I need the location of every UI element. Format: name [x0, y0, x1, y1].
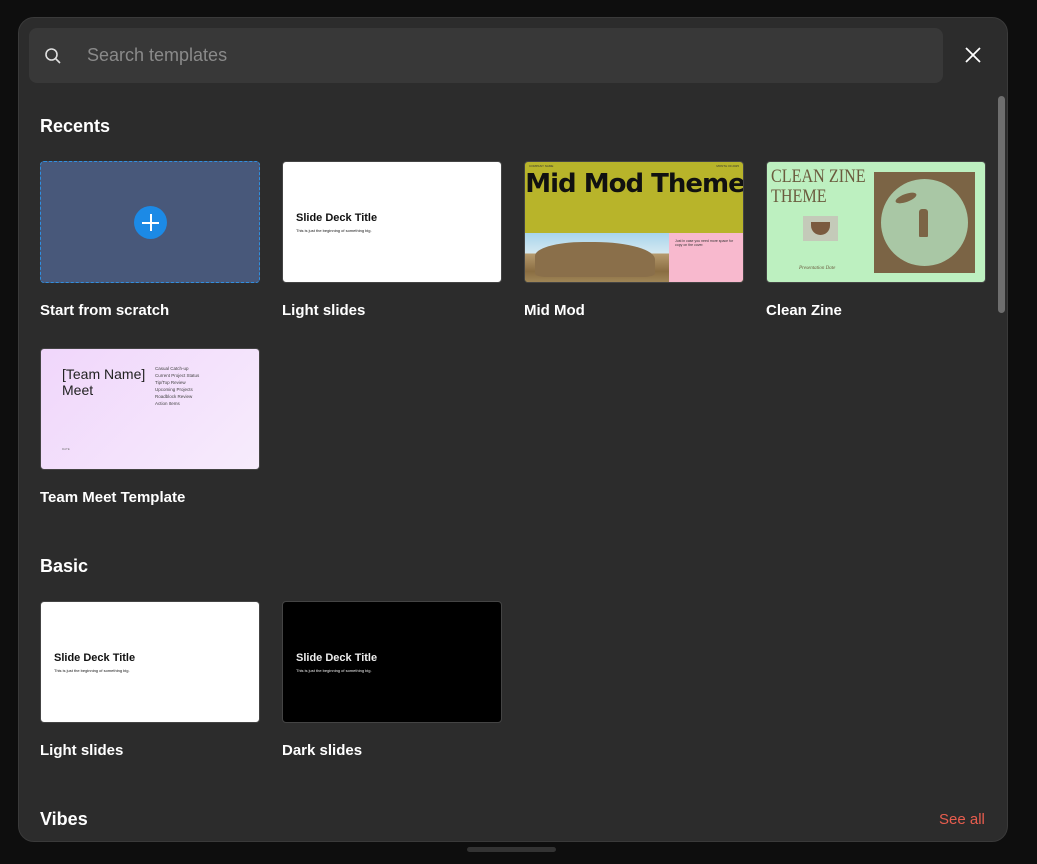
- thumb-title: CLEAN ZINE THEME: [771, 166, 866, 207]
- card-label: Clean Zine: [766, 302, 842, 319]
- search-icon: [45, 48, 61, 64]
- thumb-title: Slide Deck Title: [54, 652, 136, 664]
- search-bar[interactable]: [29, 28, 943, 83]
- agenda-item: Current Project Status: [155, 373, 200, 378]
- thumb-title: Slide Deck Title: [296, 212, 378, 224]
- section-title-basic: Basic: [40, 556, 89, 576]
- card-label: Team Meet Template: [40, 489, 186, 506]
- tsuba-slot: [919, 209, 928, 237]
- template-picker-modal: Recents Start from scratch Slide Deck Ti…: [18, 17, 1008, 842]
- clean-zine-thumbnail: CLEAN ZINE THEME Presentation Date: [766, 161, 986, 283]
- thumb-date: DATE: [62, 447, 70, 451]
- bowl-image: [803, 216, 838, 241]
- card-label: Dark slides: [282, 742, 363, 759]
- rock-shape: [535, 242, 655, 277]
- home-indicator: [467, 847, 556, 852]
- card-label: Light slides: [40, 742, 124, 759]
- thumb-agenda: Casual Catch-up Current Project Status T…: [155, 365, 199, 407]
- tsuba-image: [874, 172, 975, 273]
- agenda-item: Tip/Top Review: [155, 380, 186, 385]
- template-card-mid-mod[interactable]: COMPANY NAME MONTH 00 2025 Mid Mod Theme…: [524, 161, 744, 319]
- pink-panel: Just in case you need more space for cop…: [669, 233, 743, 282]
- template-card-start-from-scratch[interactable]: Start from scratch: [40, 161, 260, 319]
- plus-icon[interactable]: [134, 206, 167, 239]
- thumb-subtitle: This is just the beginning of something …: [296, 668, 372, 673]
- thumb-text: Just in case you need more space for cop…: [675, 239, 734, 247]
- agenda-item: Action Items: [155, 401, 180, 406]
- section-title-recents: Recents: [40, 116, 111, 136]
- thumb-title: Slide Deck Title: [296, 652, 378, 664]
- thumb-subtitle: This is just the beginning of something …: [54, 668, 130, 673]
- agenda-item: Casual Catch-up: [155, 366, 189, 371]
- dark-slides-thumbnail: Slide Deck Title This is just the beginn…: [282, 601, 502, 723]
- agenda-item: Upcoming Projects: [155, 387, 193, 392]
- team-meet-thumbnail: [Team Name] Meet Casual Catch-up Current…: [40, 348, 260, 470]
- card-label: Start from scratch: [40, 302, 170, 319]
- template-card-light-slides[interactable]: Slide Deck Title This is just the beginn…: [282, 161, 502, 319]
- light-slides-thumbnail: Slide Deck Title This is just the beginn…: [282, 161, 502, 283]
- thumb-title: [Team Name] Meet: [62, 366, 146, 398]
- thumb-subtitle: Presentation Date: [799, 266, 836, 271]
- tsuba-circle: [881, 179, 968, 266]
- template-card-dark-slides[interactable]: Slide Deck Title This is just the beginn…: [282, 601, 502, 759]
- template-card-team-meet[interactable]: [Team Name] Meet Casual Catch-up Current…: [40, 348, 260, 506]
- close-icon[interactable]: [964, 46, 982, 64]
- thumb-subtitle: This is just the beginning of something …: [296, 228, 372, 233]
- thumb-company: COMPANY NAME: [529, 164, 554, 168]
- scrollbar-thumb[interactable]: [998, 96, 1005, 313]
- light-slides-thumbnail: Slide Deck Title This is just the beginn…: [40, 601, 260, 723]
- tsuba-arc: [894, 190, 918, 206]
- section-title-vibes: Vibes: [40, 809, 88, 829]
- card-label: Mid Mod: [524, 302, 585, 319]
- template-card-basic-light-slides[interactable]: Slide Deck Title This is just the beginn…: [40, 601, 260, 759]
- scratch-thumbnail: [40, 161, 260, 283]
- see-all-link[interactable]: See all: [939, 811, 985, 828]
- agenda-item: Roadblock Review: [155, 394, 193, 399]
- card-label: Light slides: [282, 302, 366, 319]
- template-card-clean-zine[interactable]: CLEAN ZINE THEME Presentation Date Clean…: [766, 161, 986, 319]
- thumb-date: MONTH 00 2025: [716, 164, 739, 168]
- mid-mod-thumbnail: COMPANY NAME MONTH 00 2025 Mid Mod Theme…: [524, 161, 744, 283]
- thumb-title: Mid Mod Theme: [525, 169, 744, 199]
- search-input[interactable]: [87, 28, 927, 83]
